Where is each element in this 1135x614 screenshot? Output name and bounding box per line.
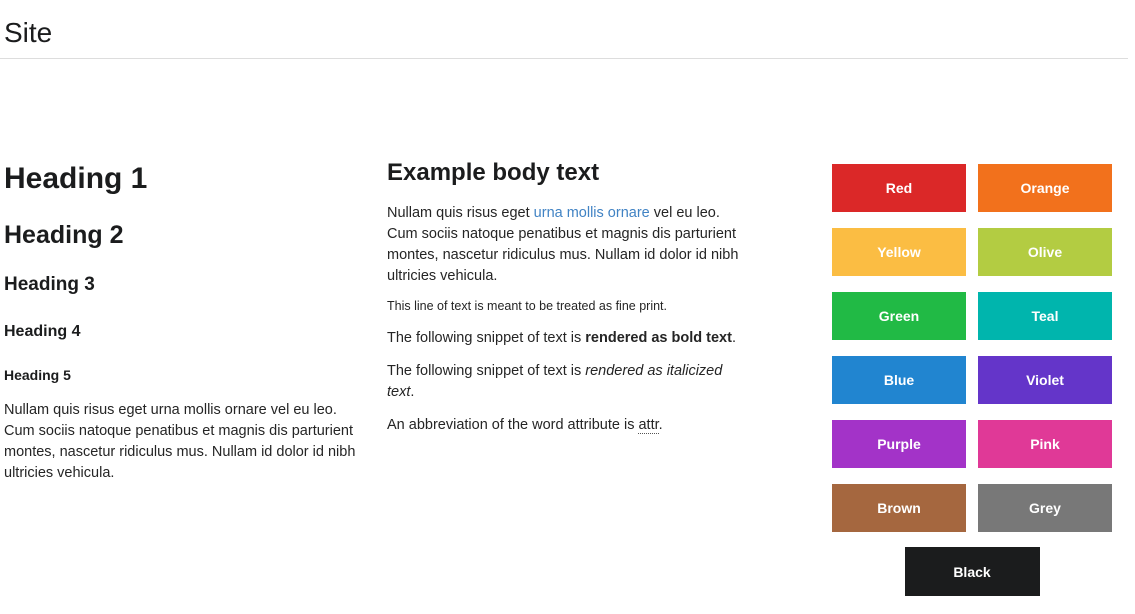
heading-3-sample: Heading 3 [4, 274, 370, 297]
swatch-purple[interactable]: Purple [832, 420, 966, 468]
bold-snippet: rendered as bold text [585, 330, 732, 346]
lead-paragraph: Nullam quis risus eget urna mollis ornar… [387, 203, 753, 287]
fine-print-text: This line of text is meant to be treated… [387, 297, 753, 315]
abbr-sentence: An abbreviation of the word attribute is… [387, 415, 753, 436]
italic-sentence-prefix: The following snippet of text is [387, 363, 585, 379]
swatch-yellow[interactable]: Yellow [832, 228, 966, 276]
urna-mollis-ornare-link[interactable]: urna mollis ornare [534, 205, 650, 221]
swatch-brown[interactable]: Brown [832, 484, 966, 532]
swatch-olive[interactable]: Olive [978, 228, 1112, 276]
heading-4-sample: Heading 4 [4, 322, 370, 341]
attr-abbreviation: attr [638, 417, 658, 434]
content-area: Heading 1 Heading 2 Heading 3 Heading 4 … [4, 147, 1135, 596]
swatch-black[interactable]: Black [905, 547, 1040, 596]
headings-paragraph: Nullam quis risus eget urna mollis ornar… [4, 400, 370, 484]
page-title: Site [4, 17, 1128, 49]
swatch-pink[interactable]: Pink [978, 420, 1112, 468]
bold-sentence-prefix: The following snippet of text is [387, 330, 585, 346]
bold-sentence-suffix: . [732, 330, 736, 346]
color-swatch-grid: Red Orange Yellow Olive Green Teal Blue … [832, 164, 1112, 532]
italic-sentence-suffix: . [410, 384, 414, 400]
colors-column: Red Orange Yellow Olive Green Teal Blue … [832, 147, 1112, 596]
swatch-red[interactable]: Red [832, 164, 966, 212]
italic-sentence: The following snippet of text is rendere… [387, 361, 753, 403]
heading-2-sample: Heading 2 [4, 220, 370, 250]
swatch-orange[interactable]: Orange [978, 164, 1112, 212]
heading-5-sample: Heading 5 [4, 367, 370, 384]
body-text-title: Example body text [387, 159, 753, 188]
headings-column: Heading 1 Heading 2 Heading 3 Heading 4 … [4, 147, 370, 484]
bold-sentence: The following snippet of text is rendere… [387, 328, 753, 349]
swatch-violet[interactable]: Violet [978, 356, 1112, 404]
swatch-blue[interactable]: Blue [832, 356, 966, 404]
abbr-sentence-prefix: An abbreviation of the word attribute is [387, 417, 638, 433]
lead-paragraph-before-link: Nullam quis risus eget [387, 205, 534, 221]
swatch-green[interactable]: Green [832, 292, 966, 340]
swatch-teal[interactable]: Teal [978, 292, 1112, 340]
page-header: Site [0, 0, 1128, 59]
swatch-grey[interactable]: Grey [978, 484, 1112, 532]
body-text-column: Example body text Nullam quis risus eget… [387, 147, 753, 436]
abbr-sentence-suffix: . [659, 417, 663, 433]
heading-1-sample: Heading 1 [4, 161, 370, 197]
